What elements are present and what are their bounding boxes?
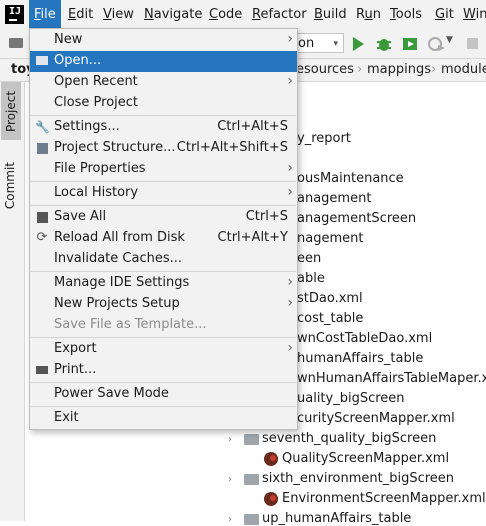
mybatis-xml-icon [264,492,278,506]
folder-icon [244,514,259,525]
reload-icon: ⟳ [36,230,48,245]
open-folder-icon[interactable] [9,38,23,48]
chevron-right-icon: › [287,160,293,176]
mybatis-xml-icon [264,452,278,466]
menu-window[interactable]: Win [463,7,486,22]
menu-item-power-save-mode[interactable]: Power Save Mode [30,384,297,405]
menu-code[interactable]: Code [209,7,242,22]
breadcrumb-resources[interactable]: esources [296,62,354,77]
menu-build[interactable]: Build [314,7,347,22]
breadcrumb-separator: › [357,62,363,77]
tree-item[interactable]: een [297,251,321,266]
folder-open-icon [35,54,49,68]
menu-separator [31,271,296,272]
menu-item-project-structure[interactable]: Project Structure... Ctrl+Alt+Shift+S [30,138,297,159]
menu-item-close-project[interactable]: Close Project [30,93,297,114]
menu-navigate[interactable]: Navigate [144,7,202,22]
tree-item[interactable]: ousMaintenance [297,171,404,186]
chevron-right-icon[interactable]: › [228,514,232,525]
tree-item[interactable]: able [297,271,325,286]
tree-item[interactable]: uality_bigScreen [297,391,405,406]
chevron-right-icon: › [287,184,293,200]
menu-item-export[interactable]: Export › [30,339,297,360]
run-configuration-select[interactable]: on ▾ [296,33,344,53]
tree-item[interactable]: y_report [297,131,351,146]
project-structure-icon [35,141,49,155]
tree-folder[interactable]: up_humanAffairs_table [262,511,411,526]
menu-item-exit[interactable]: Exit [30,408,297,429]
print-icon [35,363,49,377]
save-icon [35,210,49,224]
tree-item[interactable]: humanAffairs_table [297,351,423,366]
menu-separator [31,406,296,407]
menu-tools[interactable]: Tools [390,7,422,22]
project-tool-tab[interactable]: Project [1,82,21,140]
tree-folder[interactable]: seventh_quality_bigScreen [262,431,436,446]
chevron-down-icon: ▾ [333,39,338,49]
profile-dropdown-icon[interactable]: ▼ [446,35,453,45]
chevron-right-icon: › [287,31,293,47]
tree-item[interactable]: cost_table [297,311,363,326]
menu-separator [31,337,296,338]
tree-item[interactable]: nagement [297,231,363,246]
run-with-coverage-icon[interactable] [402,36,420,52]
menu-separator [31,382,296,383]
breadcrumb-separator: › [431,62,437,77]
menu-separator [31,181,296,182]
folder-icon [244,434,259,445]
menu-item-print[interactable]: Print... [30,360,297,381]
stop-icon[interactable] [467,38,478,49]
menu-separator [31,205,296,206]
tree-item[interactable]: wnCostTableDao.xml [297,331,432,346]
menu-item-open-recent[interactable]: Open Recent › [30,72,297,93]
chevron-right-icon[interactable]: › [228,434,232,445]
breadcrumb-mappings[interactable]: mappings [367,62,431,77]
menu-file[interactable]: File [29,0,61,30]
tree-item[interactable]: anagementScreen [297,211,416,226]
file-menu-dropdown: New › Open... Open Recent › Close Project … [29,28,298,430]
menu-item-local-history[interactable]: Local History › [30,183,297,204]
menu-item-new-projects-setup[interactable]: New Projects Setup › [30,294,297,315]
breadcrumb-module[interactable]: module [441,62,486,77]
menu-item-file-properties[interactable]: File Properties › [30,159,297,180]
menu-bar: IJ File Edit View Navigate Code Refactor… [0,0,486,30]
tree-file[interactable]: QualityScreenMapper.xml [282,451,449,466]
menu-refactor[interactable]: Refactor [252,7,307,22]
menu-item-manage-ide-settings[interactable]: Manage IDE Settings › [30,273,297,294]
tree-item[interactable]: curityScreenMapper.xml [297,411,455,426]
debug-icon[interactable] [376,36,392,52]
menu-separator [31,115,296,116]
menu-item-reload-from-disk[interactable]: ⟳ Reload All from Disk Ctrl+Alt+Y [30,228,297,249]
menu-item-open[interactable]: Open... [30,51,297,72]
intellij-logo: IJ [5,5,24,24]
menu-run[interactable]: Run [356,7,381,22]
menu-item-save-all[interactable]: Save All Ctrl+S [30,207,297,228]
chevron-right-icon: › [287,73,293,89]
chevron-right-icon[interactable]: › [228,474,232,485]
tree-file[interactable]: EnvironmentScreenMapper.xml [282,491,486,506]
tool-window-strip: Project Commit [0,82,25,521]
folder-icon [244,474,259,485]
tree-item[interactable]: wnHumanAffairsTableMaper.xml [297,371,486,386]
run-icon[interactable] [351,36,365,52]
tree-item[interactable]: stDao.xml [297,291,363,306]
tree-folder[interactable]: sixth_environment_bigScreen [262,471,454,486]
menu-item-save-file-as-template: Save File as Template... [54,317,207,332]
menu-item-new[interactable]: New › [30,30,297,51]
chevron-right-icon: › [287,295,293,311]
menu-edit[interactable]: Edit [68,7,93,22]
chevron-right-icon: › [287,340,293,356]
menu-item-settings[interactable]: 🔧 Settings... Ctrl+Alt+S [30,117,297,138]
profile-icon[interactable] [428,36,446,52]
menu-item-invalidate-caches[interactable]: Invalidate Caches... [30,249,297,270]
commit-tool-tab[interactable]: Commit [3,162,17,209]
chevron-right-icon: › [287,274,293,290]
menu-git[interactable]: Git [435,7,454,22]
tree-item[interactable]: anagement [297,191,371,206]
menu-view[interactable]: View [103,7,134,22]
wrench-icon: 🔧 [35,120,50,134]
